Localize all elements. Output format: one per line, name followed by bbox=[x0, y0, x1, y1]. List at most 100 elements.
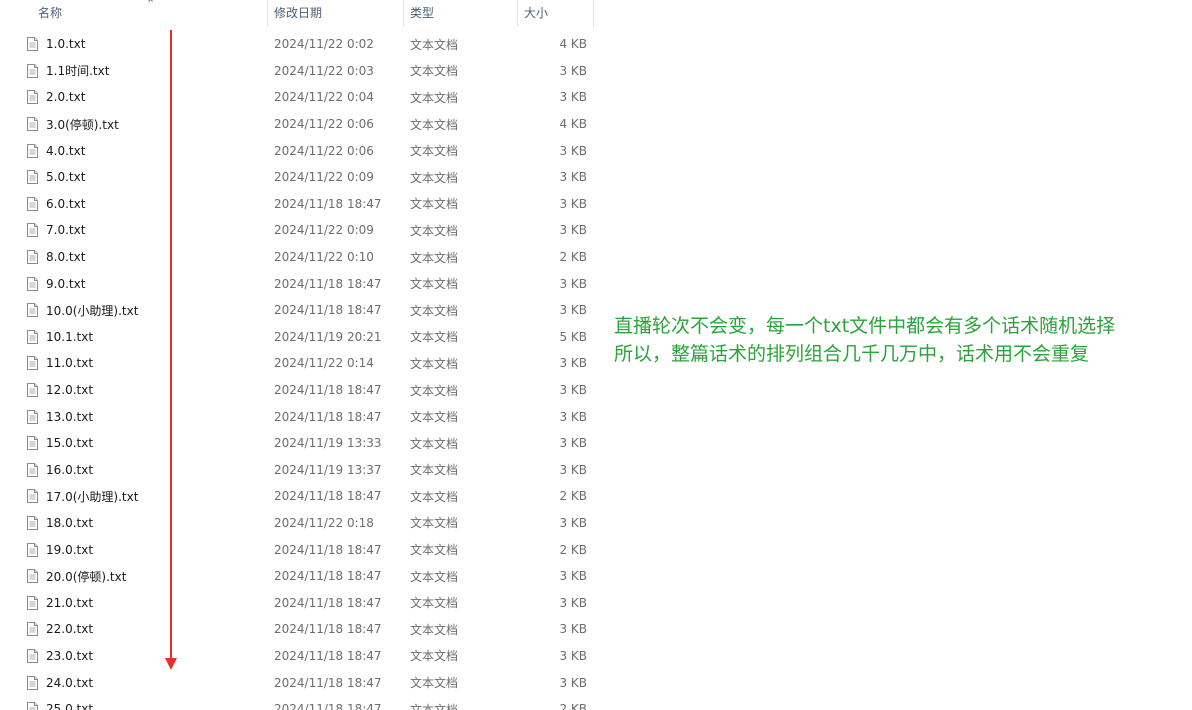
file-name-cell: 10.1.txt bbox=[0, 329, 268, 344]
file-type: 文本文档 bbox=[410, 356, 459, 371]
file-row[interactable]: 1.1时间.txt 2024/11/22 0:03 文本文档 3 KB bbox=[0, 58, 594, 85]
file-size: 3 KB bbox=[559, 383, 587, 398]
file-explorer-view: ⌃ 名称 修改日期 类型 大小 1.0.txt 2024/11/22 0:02 文本… bbox=[0, 0, 1192, 710]
text-file-icon bbox=[27, 595, 38, 610]
text-file-icon bbox=[27, 223, 38, 238]
file-row[interactable]: 11.0.txt 2024/11/22 0:14 文本文档 3 KB bbox=[0, 350, 594, 377]
column-header-name[interactable]: ⌃ 名称 bbox=[0, 0, 268, 27]
file-row[interactable]: 9.0.txt 2024/11/18 18:47 文本文档 3 KB bbox=[0, 270, 594, 297]
text-file-icon bbox=[27, 276, 38, 291]
file-date: 2024/11/22 0:02 bbox=[274, 37, 374, 52]
file-type: 文本文档 bbox=[410, 649, 459, 664]
file-row[interactable]: 22.0.txt 2024/11/18 18:47 文本文档 3 KB bbox=[0, 616, 594, 643]
annotation-note: 直播轮次不会变，每一个txt文件中都会有多个话术随机选择 所以，整篇话术的排列组… bbox=[614, 312, 1184, 368]
file-row[interactable]: 21.0.txt 2024/11/18 18:47 文本文档 3 KB bbox=[0, 589, 594, 616]
file-size: 3 KB bbox=[559, 63, 587, 78]
file-size: 3 KB bbox=[559, 648, 587, 663]
text-file-icon bbox=[27, 462, 38, 477]
file-size: 3 KB bbox=[559, 143, 587, 158]
file-date: 2024/11/22 0:18 bbox=[274, 515, 374, 530]
text-file-icon bbox=[27, 702, 38, 710]
sort-ascending-icon: ⌃ bbox=[146, 0, 156, 10]
file-row[interactable]: 10.0(小助理).txt 2024/11/18 18:47 文本文档 3 KB bbox=[0, 297, 594, 324]
file-size: 3 KB bbox=[559, 90, 587, 105]
text-file-icon bbox=[27, 37, 38, 52]
file-date: 2024/11/18 18:47 bbox=[274, 409, 382, 424]
file-name-cell: 17.0(小助理).txt bbox=[0, 488, 268, 505]
column-header-type[interactable]: 类型 bbox=[404, 0, 518, 27]
file-size: 3 KB bbox=[559, 436, 587, 451]
file-row[interactable]: 5.0.txt 2024/11/22 0:09 文本文档 3 KB bbox=[0, 164, 594, 191]
file-row[interactable]: 3.0(停顿).txt 2024/11/22 0:06 文本文档 4 KB bbox=[0, 111, 594, 138]
file-type: 文本文档 bbox=[410, 436, 459, 451]
file-name: 20.0(停顿).txt bbox=[46, 569, 127, 584]
file-type: 文本文档 bbox=[410, 676, 459, 691]
text-file-icon bbox=[27, 622, 38, 637]
file-row[interactable]: 23.0.txt 2024/11/18 18:47 文本文档 3 KB bbox=[0, 643, 594, 670]
file-size: 3 KB bbox=[559, 356, 587, 371]
file-date: 2024/11/18 18:47 bbox=[274, 569, 382, 584]
file-row[interactable]: 15.0.txt 2024/11/19 13:33 文本文档 3 KB bbox=[0, 430, 594, 457]
file-row[interactable]: 4.0.txt 2024/11/22 0:06 文本文档 3 KB bbox=[0, 137, 594, 164]
file-row[interactable]: 8.0.txt 2024/11/22 0:10 文本文档 2 KB bbox=[0, 244, 594, 271]
file-type: 文本文档 bbox=[410, 117, 459, 132]
column-header-date[interactable]: 修改日期 bbox=[268, 0, 404, 27]
file-list: 1.0.txt 2024/11/22 0:02 文本文档 4 KB 1.1时间.txt 2… bbox=[0, 31, 594, 710]
column-header-size[interactable]: 大小 bbox=[518, 0, 594, 27]
file-row[interactable]: 13.0.txt 2024/11/18 18:47 文本文档 3 KB bbox=[0, 403, 594, 430]
file-name: 1.1时间.txt bbox=[46, 64, 110, 79]
column-header-type-label: 类型 bbox=[410, 6, 435, 20]
file-row[interactable]: 6.0.txt 2024/11/18 18:47 文本文档 3 KB bbox=[0, 191, 594, 218]
file-date: 2024/11/18 18:47 bbox=[274, 542, 382, 557]
text-file-icon bbox=[27, 409, 38, 424]
file-name-cell: 20.0(停顿).txt bbox=[0, 568, 268, 585]
file-date: 2024/11/18 18:47 bbox=[274, 675, 382, 690]
file-type: 文本文档 bbox=[410, 410, 459, 425]
file-row[interactable]: 10.1.txt 2024/11/19 20:21 文本文档 5 KB bbox=[0, 324, 594, 351]
file-name-cell: 13.0.txt bbox=[0, 409, 268, 424]
text-file-icon bbox=[27, 648, 38, 663]
file-row[interactable]: 24.0.txt 2024/11/18 18:47 文本文档 3 KB bbox=[0, 669, 594, 696]
file-row[interactable]: 12.0.txt 2024/11/18 18:47 文本文档 3 KB bbox=[0, 377, 594, 404]
file-name-cell: 16.0.txt bbox=[0, 462, 268, 477]
file-date: 2024/11/22 0:09 bbox=[274, 170, 374, 185]
file-row[interactable]: 2.0.txt 2024/11/22 0:04 文本文档 3 KB bbox=[0, 84, 594, 111]
file-size: 3 KB bbox=[559, 196, 587, 211]
file-row[interactable]: 1.0.txt 2024/11/22 0:02 文本文档 4 KB bbox=[0, 31, 594, 58]
file-type: 文本文档 bbox=[410, 144, 459, 159]
file-name: 13.0.txt bbox=[46, 409, 94, 424]
file-row[interactable]: 7.0.txt 2024/11/22 0:09 文本文档 3 KB bbox=[0, 217, 594, 244]
file-row[interactable]: 18.0.txt 2024/11/22 0:18 文本文档 3 KB bbox=[0, 510, 594, 537]
file-type: 文本文档 bbox=[410, 702, 459, 710]
text-file-icon bbox=[27, 303, 38, 318]
text-file-icon bbox=[27, 250, 38, 265]
file-name: 1.0.txt bbox=[46, 37, 86, 52]
file-row[interactable]: 20.0(停顿).txt 2024/11/18 18:47 文本文档 3 KB bbox=[0, 563, 594, 590]
file-name: 15.0.txt bbox=[46, 436, 94, 451]
column-header-bar: ⌃ 名称 修改日期 类型 大小 bbox=[0, 0, 594, 27]
file-row[interactable]: 25.0.txt 2024/11/18 18:47 文本文档 2 KB bbox=[0, 696, 594, 710]
file-date: 2024/11/22 0:09 bbox=[274, 223, 374, 238]
file-row[interactable]: 19.0.txt 2024/11/18 18:47 文本文档 2 KB bbox=[0, 536, 594, 563]
file-size: 3 KB bbox=[559, 276, 587, 291]
file-date: 2024/11/18 18:47 bbox=[274, 622, 382, 637]
file-date: 2024/11/22 0:06 bbox=[274, 117, 374, 132]
file-size: 3 KB bbox=[559, 595, 587, 610]
file-row[interactable]: 17.0(小助理).txt 2024/11/18 18:47 文本文档 2 KB bbox=[0, 483, 594, 510]
file-date: 2024/11/18 18:47 bbox=[274, 595, 382, 610]
file-name-cell: 19.0.txt bbox=[0, 542, 268, 557]
column-header-size-label: 大小 bbox=[524, 6, 549, 20]
file-name-cell: 24.0.txt bbox=[0, 675, 268, 690]
column-header-date-label: 修改日期 bbox=[274, 6, 323, 20]
file-size: 4 KB bbox=[559, 37, 587, 52]
file-type: 文本文档 bbox=[410, 170, 459, 185]
file-type: 文本文档 bbox=[410, 489, 459, 504]
file-name-cell: 6.0.txt bbox=[0, 196, 268, 211]
file-type: 文本文档 bbox=[410, 463, 459, 478]
file-type: 文本文档 bbox=[410, 569, 459, 584]
file-date: 2024/11/18 18:47 bbox=[274, 276, 382, 291]
file-row[interactable]: 16.0.txt 2024/11/19 13:37 文本文档 3 KB bbox=[0, 457, 594, 484]
annotation-line-2: 所以，整篇话术的排列组合几千几万中，话术用不会重复 bbox=[614, 343, 1090, 365]
file-date: 2024/11/22 0:03 bbox=[274, 63, 374, 78]
file-size: 2 KB bbox=[559, 489, 587, 504]
